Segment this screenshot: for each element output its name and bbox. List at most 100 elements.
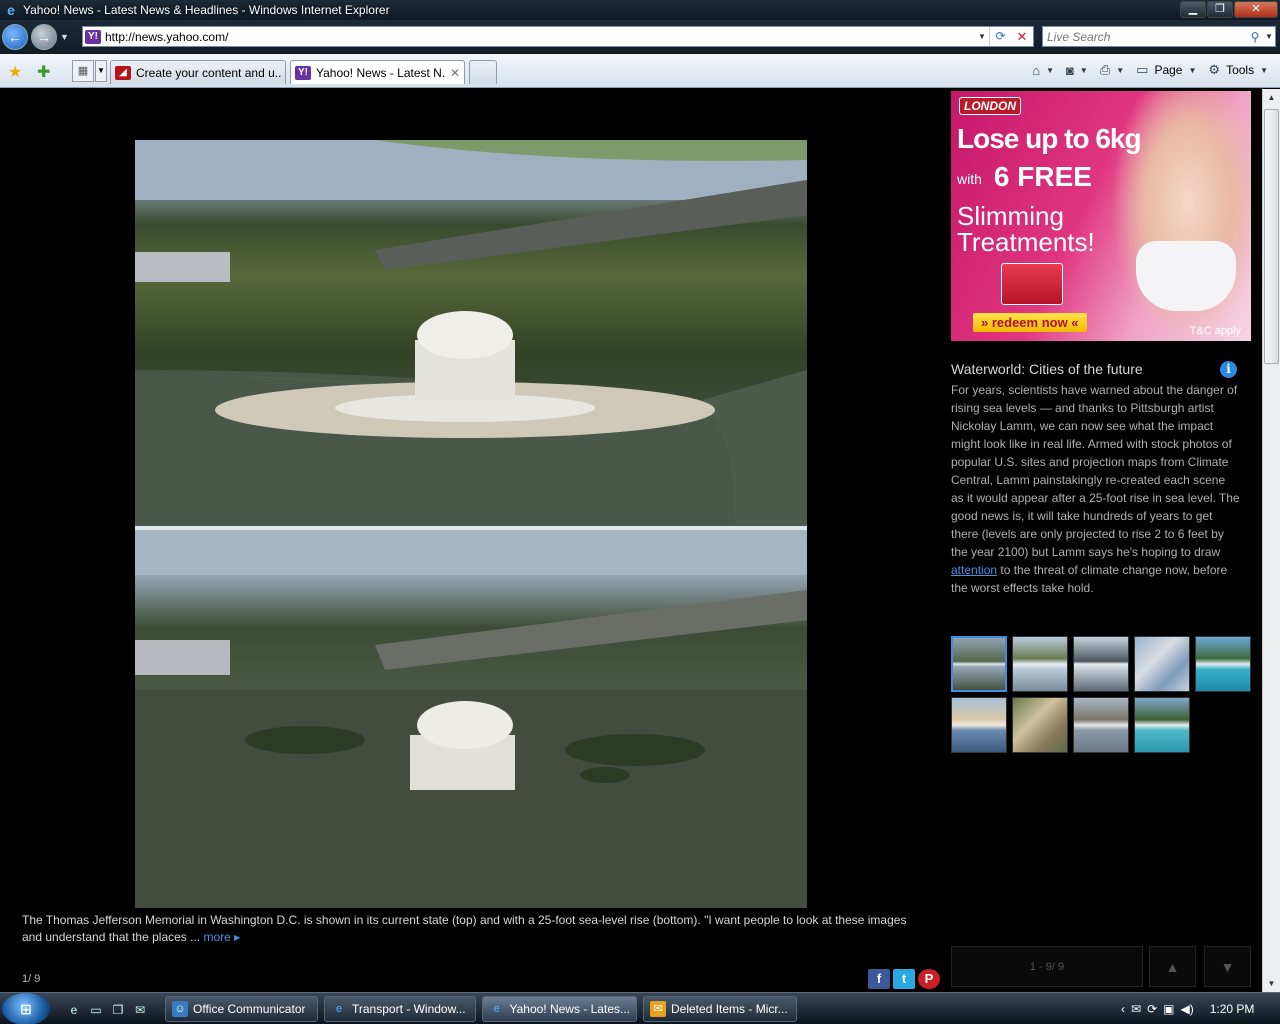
yahoo-favicon-icon: Y! — [295, 65, 311, 80]
thumbnail-7[interactable] — [1012, 697, 1068, 753]
photo-sea-level-rise — [135, 530, 807, 908]
page-favicon-icon: ◢ — [115, 65, 131, 80]
close-button[interactable]: ✕ — [1234, 1, 1278, 18]
thumbnail-3[interactable] — [1073, 636, 1129, 692]
ad-subline: Slimming Treatments! — [957, 201, 1095, 257]
pinterest-share-icon[interactable]: P — [918, 969, 940, 989]
address-bar[interactable]: Y! http://news.yahoo.com/ ▼ ⟳ ✕ — [82, 26, 1034, 47]
thumbnail-5[interactable] — [1195, 636, 1251, 692]
thumbnail-8[interactable] — [1073, 697, 1129, 753]
ie-logo-icon: e — [7, 2, 15, 18]
scroll-down-icon[interactable]: ▼ — [1263, 975, 1280, 992]
quick-tabs-button[interactable]: ▦ — [72, 60, 94, 82]
info-icon[interactable]: i — [1220, 361, 1237, 378]
slideshow-photo[interactable] — [135, 140, 807, 908]
back-button[interactable]: ← — [2, 24, 28, 50]
recent-pages-dropdown[interactable]: ▼ — [60, 32, 69, 42]
thumbnail-grid — [951, 636, 1253, 753]
switch-windows-icon[interactable]: ❐ — [110, 1002, 126, 1018]
home-icon[interactable]: ⌂ — [1032, 63, 1040, 78]
advertisement[interactable]: LONDON Lose up to 6kg with 6 FREE Slimmin… — [951, 91, 1251, 341]
window-title: Yahoo! News - Latest News & Headlines - … — [23, 3, 390, 17]
title-bar: e Yahoo! News - Latest News & Headlines … — [0, 0, 1280, 20]
thumbnails-up-button[interactable]: ▲ — [1149, 946, 1196, 987]
communicator-icon: ☺ — [172, 1001, 188, 1017]
minimize-button[interactable]: ▁ — [1180, 1, 1206, 18]
maximize-button[interactable]: ❐ — [1207, 1, 1233, 18]
gear-icon: ⚙ — [1208, 62, 1221, 77]
page-content: The Thomas Jefferson Memorial in Washing… — [0, 89, 1262, 992]
thumbnail-9[interactable] — [1134, 697, 1190, 753]
ad-headline: Lose up to 6kg — [957, 123, 1142, 154]
new-tab-button[interactable] — [469, 60, 497, 84]
favorites-star-icon[interactable]: ★ — [8, 62, 22, 82]
attention-link[interactable]: attention — [951, 563, 997, 577]
thumbnails-down-button[interactable]: ▼ — [1204, 946, 1251, 987]
vertical-scrollbar[interactable]: ▲ ▼ — [1262, 89, 1280, 992]
tab-create-content[interactable]: ◢ Create your content and u... — [110, 60, 286, 84]
page-menu[interactable]: Page — [1154, 63, 1182, 77]
slideshow-title: Waterworld: Cities of the future — [951, 361, 1143, 377]
memorial-illustration-bottom — [135, 530, 807, 908]
volume-icon[interactable]: ◀) — [1180, 1002, 1193, 1016]
task-transport-window[interactable]: e Transport - Window... — [324, 996, 476, 1022]
start-button[interactable]: ⊞ — [2, 993, 50, 1024]
tools-menu[interactable]: Tools — [1226, 63, 1254, 77]
thumbnail-2[interactable] — [1012, 636, 1068, 692]
tray-app-icon[interactable]: ✉ — [1131, 1002, 1141, 1016]
ad-terms: T&C apply — [1189, 325, 1241, 337]
ad-redeem-button[interactable]: » redeem now « — [973, 313, 1087, 332]
search-box[interactable]: ⚲ ▼ — [1042, 26, 1276, 47]
window-controls: ▁ ❐ ✕ — [1180, 1, 1278, 18]
taskbar: ⊞ e ▭ ❐ ✉ ☺ Office Communicator e Transpor… — [0, 992, 1280, 1024]
network-icon[interactable]: ▣ — [1163, 1002, 1174, 1016]
show-desktop-icon[interactable]: ▭ — [88, 1002, 104, 1018]
scroll-up-icon[interactable]: ▲ — [1263, 89, 1280, 106]
command-bar: ⌂ ▼ ◙ ▼ ⎙ ▼ ▭ Page ▼ ⚙ Tools ▼ — [1032, 62, 1268, 78]
task-yahoo-news[interactable]: e Yahoo! News - Lates... — [482, 996, 637, 1022]
ad-gift-box-icon — [1001, 263, 1063, 305]
ie-icon: e — [335, 1003, 343, 1015]
search-icon[interactable]: ⚲ — [1245, 30, 1265, 44]
tray-sync-icon[interactable]: ⟳ — [1147, 1002, 1157, 1016]
search-input[interactable] — [1043, 29, 1245, 44]
memorial-illustration-top — [135, 140, 807, 526]
address-input[interactable]: http://news.yahoo.com/ — [105, 30, 975, 44]
tray-expand-icon[interactable]: ‹ — [1121, 1002, 1125, 1016]
ad-brand: LONDON — [959, 97, 1021, 115]
refresh-icon[interactable]: ⟳ — [989, 27, 1011, 46]
yahoo-favicon-icon: Y! — [85, 29, 101, 44]
task-deleted-items[interactable]: ✉ Deleted Items - Micr... — [643, 996, 797, 1022]
slide-counter: 1/ 9 — [22, 973, 41, 985]
forward-button[interactable]: → — [31, 24, 57, 50]
thumbnail-1[interactable] — [951, 636, 1007, 692]
print-icon[interactable]: ⎙ — [1100, 62, 1110, 78]
ie-quicklaunch-icon[interactable]: e — [66, 1002, 82, 1018]
page-icon: ▭ — [1136, 62, 1149, 77]
more-link[interactable]: more ▸ — [203, 930, 240, 944]
slideshow-description: For years, scientists have warned about … — [951, 383, 1240, 595]
close-tab-icon[interactable]: ✕ — [450, 66, 460, 80]
thumbnail-4[interactable] — [1134, 636, 1190, 692]
facebook-share-icon[interactable]: f — [868, 969, 890, 989]
twitter-share-icon[interactable]: t — [893, 969, 915, 989]
stop-icon[interactable]: ✕ — [1011, 27, 1033, 46]
ad-offer: with 6 FREE — [957, 161, 1092, 192]
system-tray: ‹ ✉ ⟳ ▣ ◀) 1:20 PM — [1115, 993, 1280, 1024]
share-buttons: f t P — [868, 969, 940, 989]
address-dropdown-icon[interactable]: ▼ — [975, 32, 989, 41]
task-office-communicator[interactable]: ☺ Office Communicator — [165, 996, 318, 1022]
photo-caption: The Thomas Jefferson Memorial in Washing… — [22, 913, 907, 944]
outlook-quicklaunch-icon[interactable]: ✉ — [132, 1002, 148, 1018]
ie-icon: e — [493, 1003, 500, 1015]
feeds-icon[interactable]: ◙ — [1066, 63, 1074, 78]
tab-list-dropdown[interactable]: ▼ — [95, 60, 107, 82]
tab-row: ★ ✚ ▦ ▼ ◢ Create your content and u... Y… — [0, 54, 1280, 88]
thumbnail-6[interactable] — [951, 697, 1007, 753]
add-favorites-icon[interactable]: ✚ — [37, 62, 50, 82]
scroll-thumb[interactable] — [1264, 109, 1279, 364]
tab-yahoo-news[interactable]: Y! Yahoo! News - Latest N... ✕ — [290, 60, 465, 84]
address-row: ← → ▼ Y! http://news.yahoo.com/ ▼ ⟳ ✕ ⚲ … — [0, 20, 1280, 54]
clock[interactable]: 1:20 PM — [1210, 1002, 1255, 1016]
search-options-icon[interactable]: ▼ — [1265, 32, 1275, 41]
